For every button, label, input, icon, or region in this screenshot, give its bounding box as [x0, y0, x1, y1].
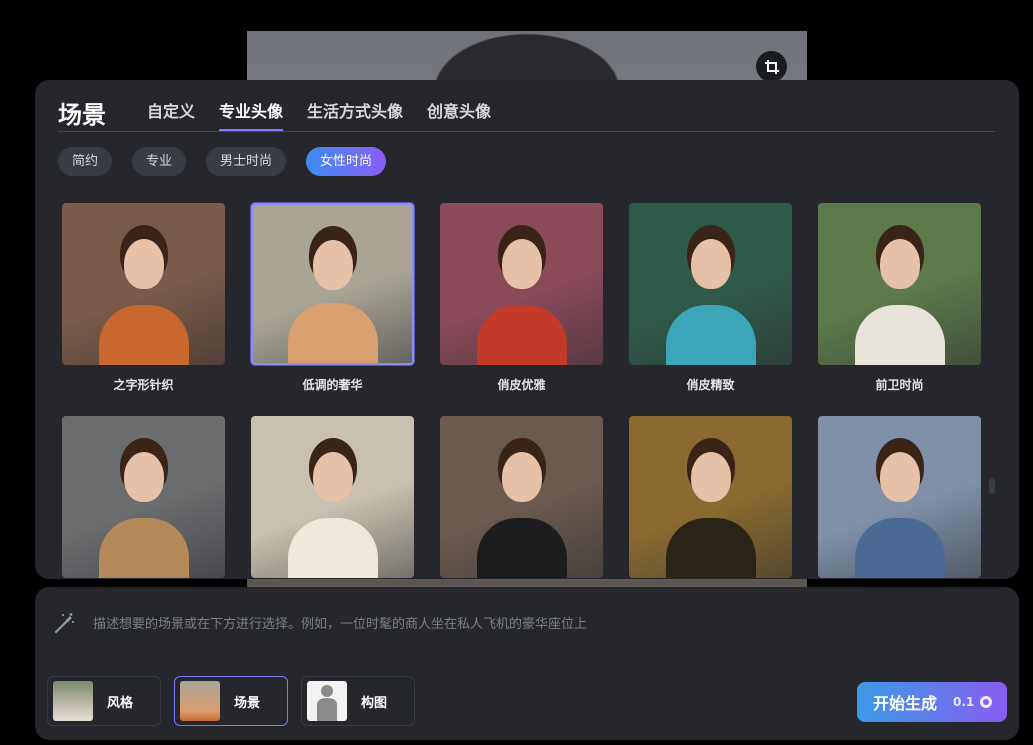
- scene-card[interactable]: 低调的奢华: [251, 203, 414, 416]
- credit-coin-icon: [980, 696, 993, 708]
- scene-thumbnail: [440, 416, 603, 578]
- model-outfit: [476, 518, 567, 578]
- scene-card[interactable]: [251, 416, 414, 579]
- model-outfit: [476, 305, 567, 365]
- filter-chips: 简约 专业 男士时尚 女性时尚: [58, 147, 387, 176]
- scene-grid: 之字形针织 低调的奢华 俏皮优雅 俏皮精致 前卫时尚: [62, 203, 986, 579]
- scene-thumbnail: [629, 203, 792, 365]
- tabs-divider: [58, 131, 995, 132]
- silhouette-icon: [317, 685, 337, 721]
- scene-card[interactable]: 之字形针织: [62, 203, 225, 416]
- model-outfit: [854, 305, 945, 365]
- scene-thumbnail: [180, 681, 220, 721]
- tab-creative-headshot[interactable]: 创意头像: [427, 98, 491, 130]
- model-outfit: [98, 518, 189, 578]
- scene-card-label: 俏皮精致: [686, 378, 735, 392]
- composition-thumbnail: [307, 681, 347, 721]
- option-scene-label: 场景: [234, 695, 261, 711]
- tab-professional-headshot[interactable]: 专业头像: [219, 98, 284, 131]
- scene-card-label: 之字形针织: [113, 378, 174, 392]
- tab-custom[interactable]: 自定义: [147, 98, 195, 130]
- filter-chip-womens-fashion[interactable]: 女性时尚: [306, 147, 387, 176]
- start-generate-button[interactable]: 开始生成 0.1: [857, 682, 1007, 722]
- style-thumbnail: [53, 681, 93, 721]
- scene-card-label: [251, 578, 414, 579]
- model-outfit: [98, 305, 189, 365]
- scene-thumbnail: [818, 416, 981, 578]
- option-composition-label: 构图: [361, 695, 388, 711]
- scene-thumbnail: [62, 416, 225, 578]
- option-style[interactable]: 风格: [47, 676, 161, 726]
- scene-panel: 场景 自定义 专业头像 生活方式头像 创意头像 简约 专业 男士时尚 女性时尚 …: [35, 80, 1019, 579]
- generate-cost: 0.1: [953, 695, 975, 709]
- scene-thumbnail: [818, 203, 981, 365]
- option-style-label: 风格: [107, 695, 134, 711]
- crop-icon: [764, 59, 779, 74]
- generate-label: 开始生成: [873, 694, 938, 713]
- scrollbar-thumb[interactable]: [989, 478, 995, 494]
- crop-button[interactable]: [756, 51, 787, 82]
- option-scene[interactable]: 场景: [174, 676, 288, 726]
- scene-card-label: [440, 578, 603, 579]
- scene-prompt-input[interactable]: [91, 612, 975, 636]
- scene-card[interactable]: [62, 416, 225, 579]
- model-head: [123, 238, 164, 289]
- scene-tabs: 自定义 专业头像 生活方式头像 创意头像: [147, 98, 515, 131]
- scene-card-label: [62, 578, 225, 579]
- scene-thumbnail: [251, 416, 414, 578]
- scene-card[interactable]: [440, 416, 603, 579]
- model-head: [123, 451, 164, 502]
- model-head: [312, 451, 353, 502]
- model-outfit: [287, 303, 378, 363]
- model-outfit: [287, 518, 378, 578]
- scene-card[interactable]: [629, 416, 792, 579]
- scene-thumbnail: [440, 203, 603, 365]
- filter-chip-mens-fashion[interactable]: 男士时尚: [206, 147, 287, 176]
- scene-card[interactable]: 前卫时尚: [818, 203, 981, 416]
- model-head: [879, 238, 920, 289]
- option-composition[interactable]: 构图: [301, 676, 415, 726]
- model-outfit: [854, 518, 945, 578]
- scene-card[interactable]: [818, 416, 981, 579]
- filter-chip-simple[interactable]: 简约: [58, 147, 113, 176]
- scene-thumbnail: [251, 203, 414, 365]
- model-head: [501, 451, 542, 502]
- model-head: [879, 451, 920, 502]
- model-outfit: [665, 305, 756, 365]
- scene-card-label: 低调的奢华: [302, 378, 363, 392]
- prompt-panel: 风格 场景 构图 开始生成 0.1: [35, 587, 1019, 740]
- scene-card-label: [629, 578, 792, 579]
- model-head: [501, 238, 542, 289]
- scene-card[interactable]: 俏皮优雅: [440, 203, 603, 416]
- scene-thumbnail: [629, 416, 792, 578]
- panel-title: 场景: [58, 101, 106, 129]
- scene-card-label: 俏皮优雅: [497, 378, 546, 392]
- model-head: [690, 451, 731, 502]
- tab-lifestyle-headshot[interactable]: 生活方式头像: [307, 98, 403, 130]
- filter-chip-professional[interactable]: 专业: [132, 147, 187, 176]
- magic-wand-icon[interactable]: [52, 611, 76, 635]
- scene-thumbnail: [62, 203, 225, 365]
- model-outfit: [665, 518, 756, 578]
- model-head: [312, 239, 353, 290]
- model-head: [690, 238, 731, 289]
- scene-card-label: 前卫时尚: [875, 378, 924, 392]
- scene-card[interactable]: 俏皮精致: [629, 203, 792, 416]
- scene-card-label: [818, 578, 981, 579]
